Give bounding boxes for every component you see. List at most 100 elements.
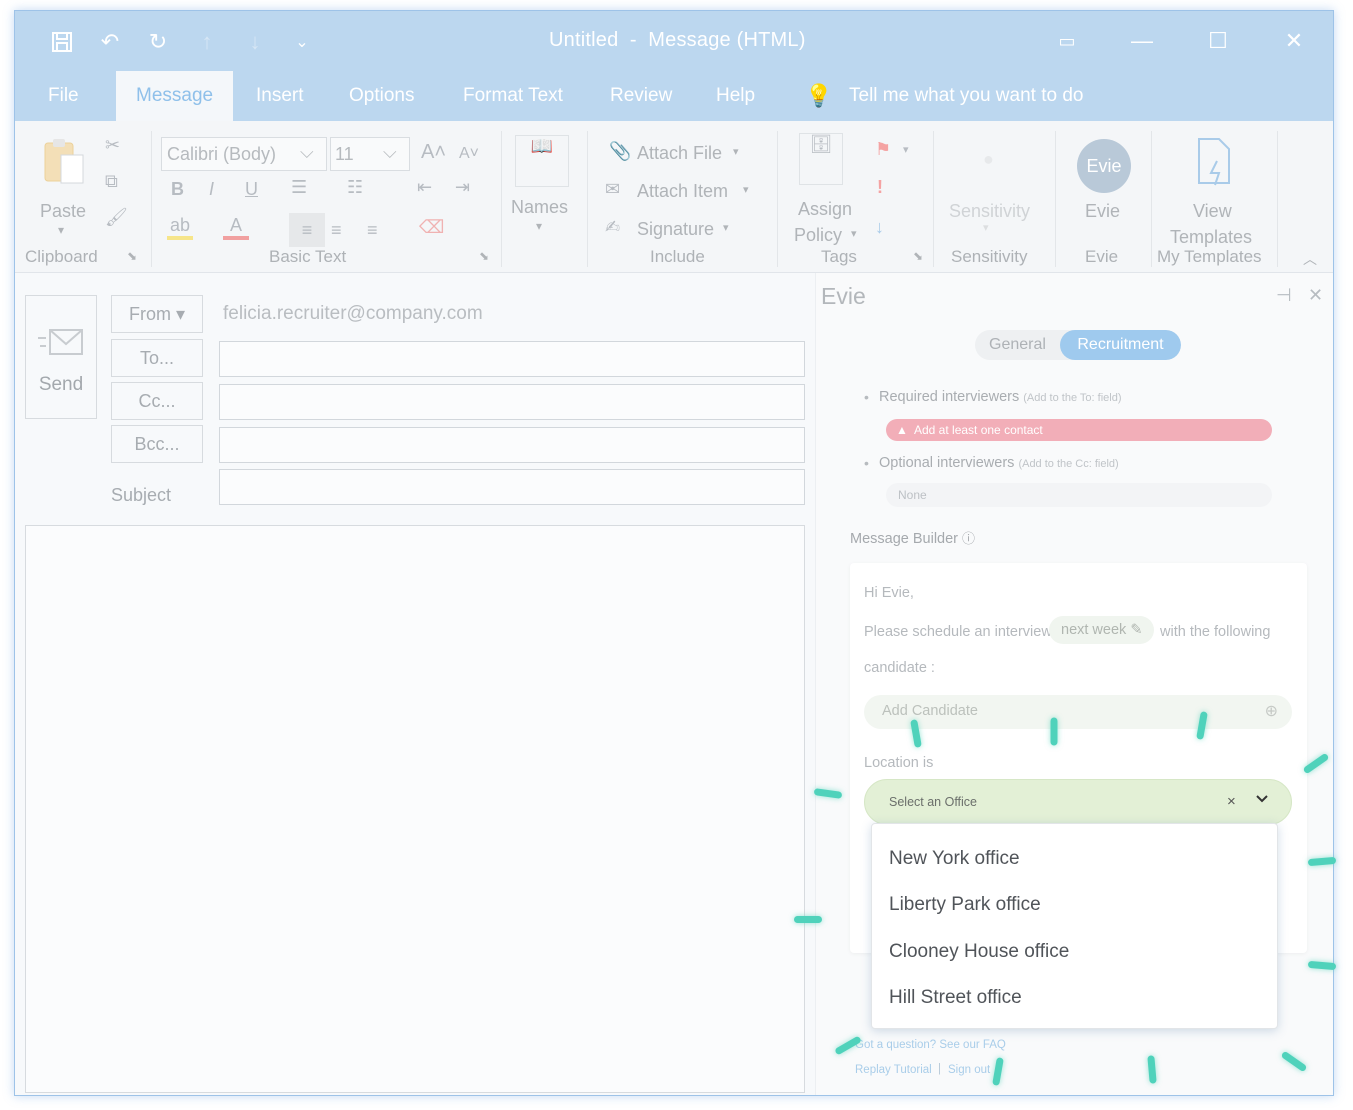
- tab-format-text[interactable]: Format Text: [463, 71, 563, 121]
- office-option[interactable]: New York office: [889, 848, 1020, 870]
- chevron-down-icon: ⌵: [300, 142, 314, 162]
- align-right-icon[interactable]: ≡: [367, 213, 378, 247]
- previous-item-icon[interactable]: ↑: [192, 27, 222, 57]
- clear-formatting-icon[interactable]: ⌫: [419, 217, 444, 238]
- tab-recruitment[interactable]: Recruitment: [1060, 330, 1181, 360]
- add-candidate-field[interactable]: Add Candidate ⊕: [864, 695, 1292, 729]
- chevron-down-icon[interactable]: ▾: [723, 221, 729, 234]
- faq-link[interactable]: Got a question? See our FAQ: [855, 1039, 1006, 1051]
- next-item-icon[interactable]: ↓: [240, 27, 270, 57]
- ribbon-display-options-icon[interactable]: ▭: [1050, 25, 1084, 57]
- increase-indent-icon[interactable]: ⇥: [455, 177, 470, 198]
- optional-interviewers-field[interactable]: None: [886, 483, 1272, 507]
- paste-chevron-icon[interactable]: ▾: [58, 223, 64, 237]
- pin-icon[interactable]: ⊣: [1276, 285, 1292, 306]
- bold-icon[interactable]: B: [171, 179, 184, 200]
- customize-toolbar-icon[interactable]: ⌄: [287, 27, 317, 57]
- collapse-ribbon-icon[interactable]: ︿: [1303, 249, 1317, 269]
- high-importance-icon[interactable]: !: [877, 177, 883, 198]
- attach-item-button[interactable]: Attach Item: [637, 181, 728, 202]
- undo-icon[interactable]: ↶: [95, 27, 125, 57]
- low-importance-icon[interactable]: ↓: [875, 217, 884, 238]
- chevron-down-icon[interactable]: ▾: [733, 145, 739, 158]
- font-size-dropdown[interactable]: 11 ⌵: [330, 137, 410, 171]
- chevron-down-icon[interactable]: ▾: [903, 143, 909, 156]
- address-book-icon[interactable]: 📖: [515, 135, 569, 187]
- redo-icon[interactable]: ↻: [143, 27, 173, 57]
- save-icon[interactable]: [47, 27, 77, 57]
- shrink-font-icon[interactable]: A˅: [459, 145, 479, 163]
- bullets-icon[interactable]: ☰: [291, 177, 307, 198]
- time-chip[interactable]: next week ✎: [1049, 616, 1155, 644]
- paperclip-icon: 📎: [609, 141, 632, 161]
- office-option[interactable]: Hill Street office: [889, 987, 1022, 1009]
- tab-message[interactable]: Message: [116, 71, 234, 121]
- clipboard-launcher-icon[interactable]: ⬊: [127, 249, 137, 263]
- tab-file[interactable]: File: [48, 71, 79, 121]
- chevron-down-icon[interactable]: ▾: [536, 219, 542, 233]
- chevron-down-icon[interactable]: [1255, 791, 1269, 807]
- greeting-text: Hi Evie,: [864, 585, 914, 601]
- include-group-label: Include: [650, 247, 705, 266]
- names-button[interactable]: Names: [511, 197, 568, 218]
- message-body[interactable]: [25, 525, 805, 1093]
- tags-launcher-icon[interactable]: ⬊: [913, 249, 923, 263]
- numbering-icon[interactable]: ☷: [347, 177, 363, 198]
- subject-field[interactable]: [219, 469, 805, 505]
- sign-out-link[interactable]: Sign out: [948, 1064, 990, 1076]
- office-option[interactable]: Clooney House office: [889, 941, 1069, 963]
- minimize-button[interactable]: —: [1125, 25, 1159, 57]
- format-painter-icon[interactable]: 🖌: [105, 207, 128, 228]
- cut-icon[interactable]: ✂: [105, 135, 120, 156]
- tab-review[interactable]: Review: [610, 71, 672, 121]
- tab-help[interactable]: Help: [716, 71, 755, 121]
- tab-options[interactable]: Options: [349, 71, 414, 121]
- align-left-icon[interactable]: ≡: [289, 213, 325, 247]
- attach-file-button[interactable]: Attach File: [637, 143, 722, 164]
- evie-group-label: Evie: [1085, 247, 1119, 266]
- chevron-down-icon[interactable]: ▾: [851, 227, 857, 240]
- signature-button[interactable]: Signature: [637, 219, 714, 240]
- font-name-dropdown[interactable]: Calibri (Body) ⌵: [161, 137, 327, 171]
- templates-label[interactable]: Templates: [1170, 227, 1252, 248]
- office-select[interactable]: Select an Office ×: [864, 779, 1292, 825]
- cc-button[interactable]: Cc...: [111, 382, 203, 420]
- copy-icon[interactable]: ⧉: [105, 171, 118, 192]
- align-center-icon[interactable]: ≡: [331, 213, 342, 247]
- office-option[interactable]: Liberty Park office: [889, 894, 1041, 916]
- chevron-down-icon[interactable]: ▾: [743, 183, 749, 196]
- maximize-button[interactable]: ☐: [1201, 25, 1235, 57]
- policy-label[interactable]: Policy: [794, 225, 842, 246]
- tab-general[interactable]: General: [975, 330, 1060, 360]
- to-button[interactable]: To...: [111, 339, 203, 377]
- required-warning[interactable]: ▲ Add at least one contact: [886, 419, 1272, 441]
- close-pane-icon[interactable]: ✕: [1308, 285, 1323, 306]
- font-color-icon[interactable]: A: [223, 215, 249, 240]
- tell-me-search[interactable]: Tell me what you want to do: [849, 71, 1083, 121]
- bcc-field[interactable]: [219, 427, 805, 463]
- tab-insert[interactable]: Insert: [256, 71, 304, 121]
- paste-button[interactable]: [37, 137, 91, 185]
- follow-up-flag-icon[interactable]: ⚑: [875, 139, 891, 160]
- cc-field[interactable]: [219, 384, 805, 420]
- view-label[interactable]: View: [1193, 201, 1232, 222]
- to-field[interactable]: [219, 341, 805, 377]
- assign-label[interactable]: Assign: [798, 199, 852, 220]
- italic-icon[interactable]: I: [209, 179, 214, 200]
- bullet: •: [864, 389, 869, 405]
- send-button[interactable]: Send: [25, 295, 97, 419]
- highlight-icon[interactable]: ab: [167, 215, 193, 240]
- evie-button[interactable]: Evie: [1085, 201, 1120, 222]
- sensitivity-button[interactable]: Sensitivity: [949, 201, 1030, 222]
- bcc-button[interactable]: Bcc...: [111, 425, 203, 463]
- divider: [1277, 131, 1278, 267]
- replay-tutorial-link[interactable]: Replay Tutorial: [855, 1064, 932, 1076]
- link-separator: |: [938, 1063, 941, 1075]
- grow-font-icon[interactable]: A˄: [421, 141, 446, 164]
- from-button[interactable]: From ▾: [111, 295, 203, 333]
- close-button[interactable]: ✕: [1277, 25, 1311, 57]
- decrease-indent-icon[interactable]: ⇤: [417, 177, 432, 198]
- underline-icon[interactable]: U: [245, 179, 258, 200]
- clear-selection-icon[interactable]: ×: [1227, 793, 1236, 810]
- basic-text-launcher-icon[interactable]: ⬊: [479, 249, 489, 263]
